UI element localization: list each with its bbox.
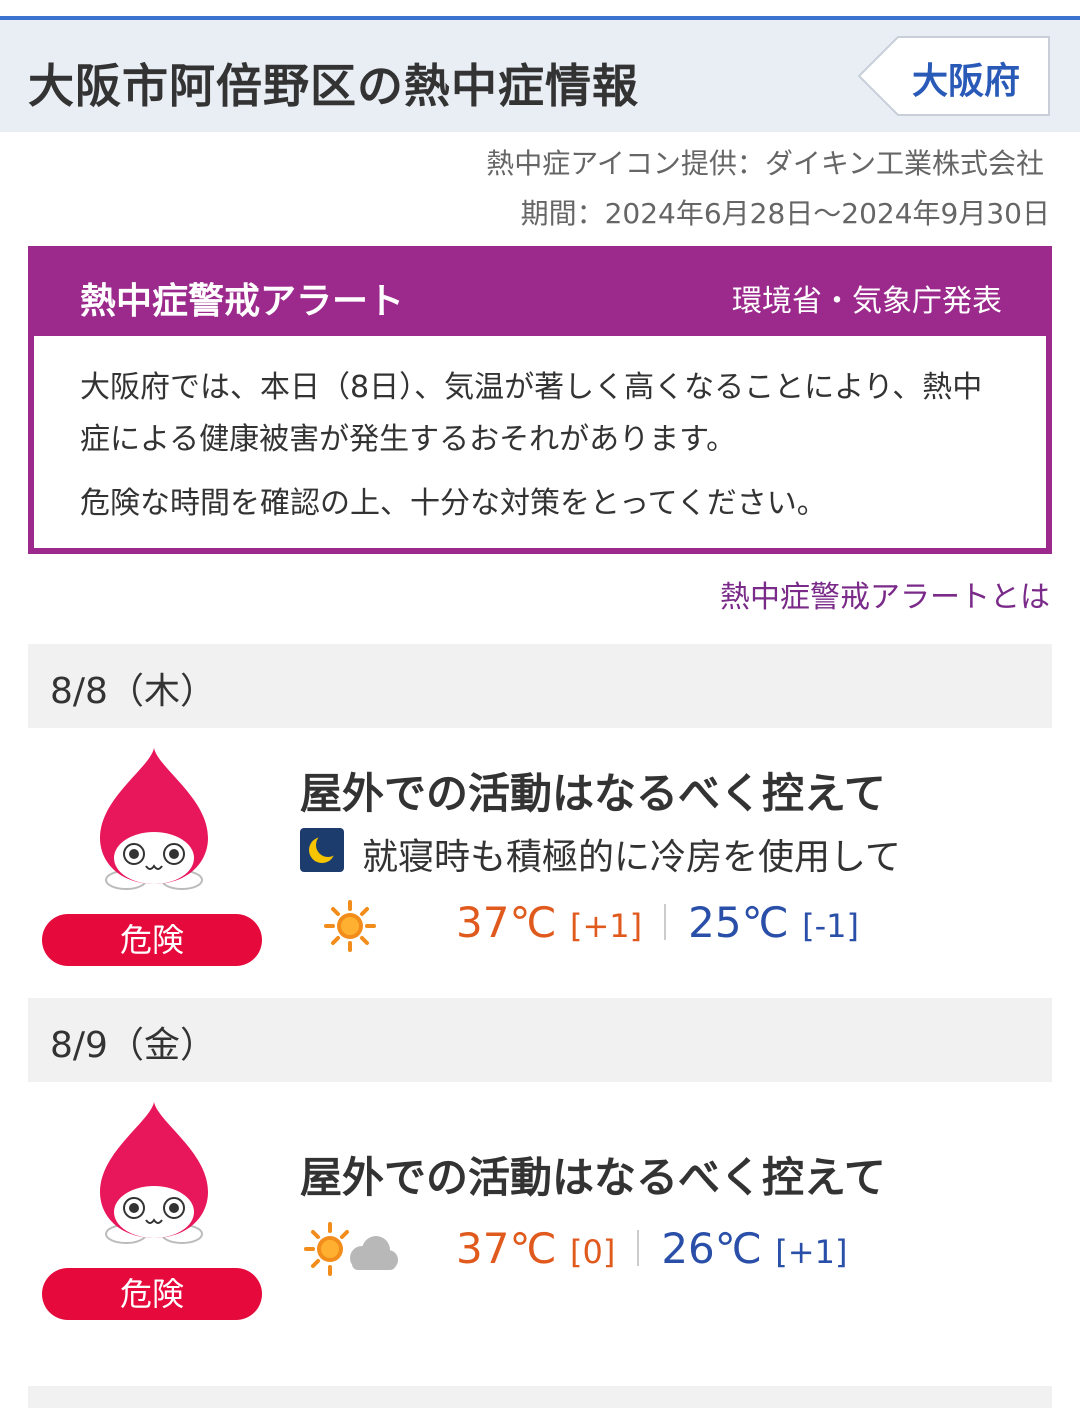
alert-message: 大阪府では、本日（8日）、気温が著しく高くなることにより、熱中症による健康被害が… — [80, 370, 983, 457]
activity-advice: 屋外での活動はなるべく控えて — [300, 769, 886, 818]
day-date: 8/8（木） — [50, 671, 216, 712]
sun-icon — [324, 900, 376, 956]
day-header: 8/8（木） — [28, 644, 1052, 728]
period-text: 期間：2024年6月28日〜2024年9月30日 — [520, 197, 1050, 230]
alert-header: 熱中症警戒アラート 環境省・気象庁発表 — [34, 252, 1046, 336]
min-temperature-diff: [-1] — [802, 907, 859, 945]
heatstroke-mascot-icon — [92, 1100, 216, 1250]
min-temperature: 25℃ — [688, 898, 789, 947]
heatstroke-alert-box: 熱中症警戒アラート 環境省・気象庁発表 大阪府では、本日（8日）、気温が著しく高… — [28, 246, 1052, 554]
moon-icon — [300, 828, 344, 872]
temperature-readout: 37℃ [0] 26℃ [+1] — [456, 1224, 847, 1273]
icon-credit: 熱中症アイコン提供：ダイキン工業株式会社 — [486, 147, 1044, 180]
max-temperature: 37℃ — [456, 1224, 557, 1273]
temperature-separator — [664, 903, 667, 940]
alert-advice: 危険な時間を確認の上、十分な対策をとってください。 — [80, 486, 827, 521]
max-temperature: 37℃ — [456, 898, 557, 947]
night-advice-text: 就寝時も積極的に冷房を使用して — [362, 837, 901, 878]
min-temperature-diff: [+1] — [775, 1233, 848, 1271]
alert-info-link[interactable]: 熱中症警戒アラートとは — [720, 572, 1050, 616]
page-header: 大阪市阿倍野区の熱中症情報 大阪府 — [0, 16, 1080, 132]
sun-cloud-icon — [304, 1222, 400, 1282]
danger-badge: 危険 — [42, 1268, 262, 1320]
temperature-readout: 37℃ [+1] 25℃ [-1] — [456, 898, 859, 947]
max-temperature-diff: [+1] — [569, 907, 643, 945]
danger-badge: 危険 — [42, 914, 262, 966]
night-advice: 就寝時も積極的に冷房を使用して — [300, 828, 901, 880]
heatstroke-mascot-icon — [92, 746, 216, 896]
alert-source: 環境省・気象庁発表 — [732, 284, 1002, 319]
prefecture-button-label: 大阪府 — [912, 61, 1021, 102]
next-day-header — [28, 1386, 1052, 1408]
day-header: 8/9（金） — [28, 998, 1052, 1082]
page-title: 大阪市阿倍野区の熱中症情報 — [28, 59, 639, 113]
day-date: 8/9（金） — [50, 1025, 216, 1066]
activity-advice: 屋外での活動はなるべく控えて — [300, 1153, 886, 1202]
prefecture-back-button[interactable]: 大阪府 — [858, 36, 1050, 116]
temperature-separator — [637, 1229, 640, 1266]
max-temperature-diff: [0] — [569, 1233, 616, 1271]
min-temperature: 26℃ — [661, 1224, 762, 1273]
alert-title: 熱中症警戒アラート — [80, 281, 405, 322]
